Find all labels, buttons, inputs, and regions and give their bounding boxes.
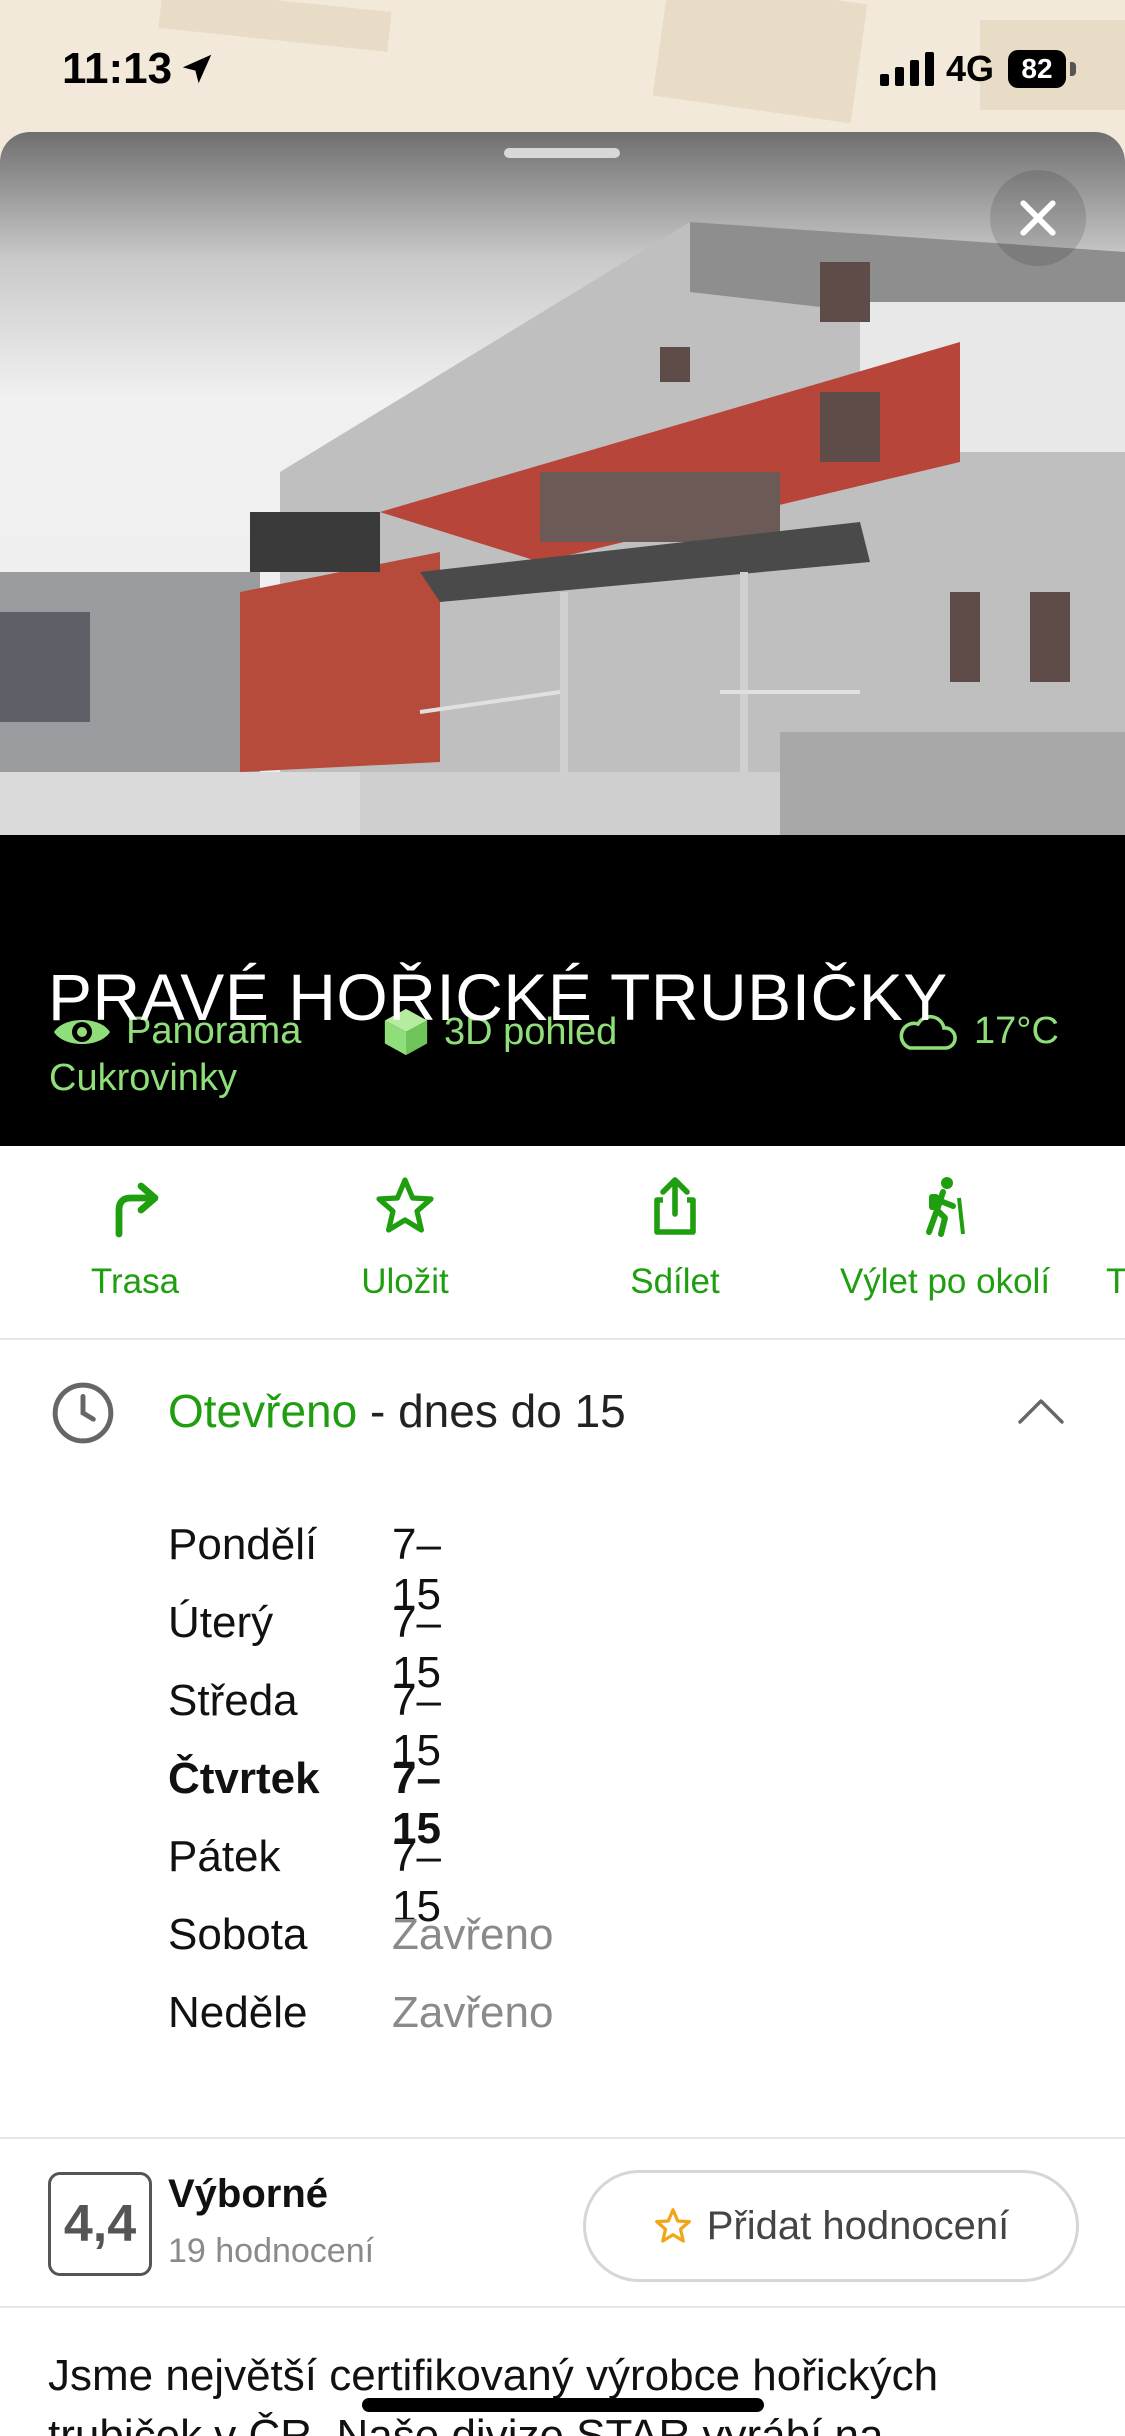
hours-day: Čtvrtek	[168, 1754, 320, 1803]
open-status: Otevřeno	[168, 1385, 358, 1437]
home-indicator[interactable]	[362, 2398, 764, 2412]
route-label: Trasa	[90, 1262, 180, 1301]
status-bar: 11:13 4G 82	[0, 0, 1125, 130]
add-review-button[interactable]: Přidat hodnocení	[583, 2170, 1079, 2282]
add-review-label: Přidat hodnocení	[706, 2203, 1010, 2248]
open-status-detail: - dnes do 15	[357, 1385, 626, 1437]
hours-value-closed: Zavřeno	[392, 1910, 554, 1959]
opening-status: Otevřeno - dnes do 15	[168, 1384, 626, 1438]
nearby-trip-label: Výlet po okolí	[839, 1262, 1051, 1301]
save-button[interactable]: Uložit	[310, 1146, 500, 1338]
chevron-up-icon	[1018, 1399, 1064, 1424]
place-description: Jsme největší certifikovaný výrobce hoři…	[48, 2351, 939, 2436]
more-actions-button[interactable]: T	[1100, 1146, 1125, 1338]
battery-level: 82	[1008, 50, 1066, 88]
temperature: 17°C	[974, 1010, 1059, 1052]
share-icon	[654, 1177, 696, 1235]
place-detail-sheet: Panorama 3D pohled 17°C PRAVÉ HOŘICKÉ TR…	[0, 132, 1125, 2436]
route-button[interactable]: Trasa	[40, 1146, 230, 1338]
rating-label[interactable]: Výborné	[168, 2172, 328, 2217]
hours-day: Neděle	[168, 1988, 308, 2037]
battery-icon: 82	[1008, 50, 1080, 88]
share-button[interactable]: Sdílet	[580, 1146, 770, 1338]
rating-count[interactable]: 19 hodnocení	[168, 2232, 374, 2271]
share-label: Sdílet	[630, 1262, 720, 1301]
location-arrow-icon	[182, 54, 212, 84]
more-actions-label: T	[1106, 1262, 1125, 1301]
hours-day: Pondělí	[168, 1520, 318, 1569]
sheet-grabber[interactable]	[504, 148, 620, 158]
opening-hours-toggle[interactable]: Otevřeno - dnes do 15	[0, 1340, 1125, 1480]
star-outline-icon	[654, 2208, 691, 2243]
close-icon	[1020, 200, 1056, 236]
divider	[0, 2306, 1125, 2308]
building-photo-illustration	[0, 222, 1125, 835]
nearby-trip-button[interactable]: Výlet po okolí	[820, 1146, 1070, 1338]
place-photo[interactable]	[0, 132, 1125, 835]
hours-value-closed: Zavřeno	[392, 1988, 554, 2037]
action-row: Trasa Uložit Sdílet Výlet po okolí T	[0, 1146, 1125, 1340]
divider	[0, 2137, 1125, 2139]
close-button[interactable]	[990, 170, 1086, 266]
place-title: PRAVÉ HOŘICKÉ TRUBIČKY	[48, 960, 948, 1034]
rating-score: 4,4	[48, 2172, 152, 2276]
route-arrow-icon	[115, 1182, 159, 1238]
place-category[interactable]: Cukrovinky	[49, 1057, 237, 1100]
hiker-icon	[926, 1177, 965, 1237]
hours-day: Úterý	[168, 1598, 274, 1647]
star-icon	[376, 1177, 434, 1233]
hours-day: Středa	[168, 1676, 298, 1725]
signal-icon	[880, 52, 934, 86]
clock-icon	[52, 1382, 114, 1444]
status-time: 11:13	[62, 44, 173, 93]
hours-day: Sobota	[168, 1910, 308, 1959]
hours-day: Pátek	[168, 1832, 281, 1881]
save-label: Uložit	[361, 1262, 449, 1301]
network-type: 4G	[946, 48, 995, 89]
